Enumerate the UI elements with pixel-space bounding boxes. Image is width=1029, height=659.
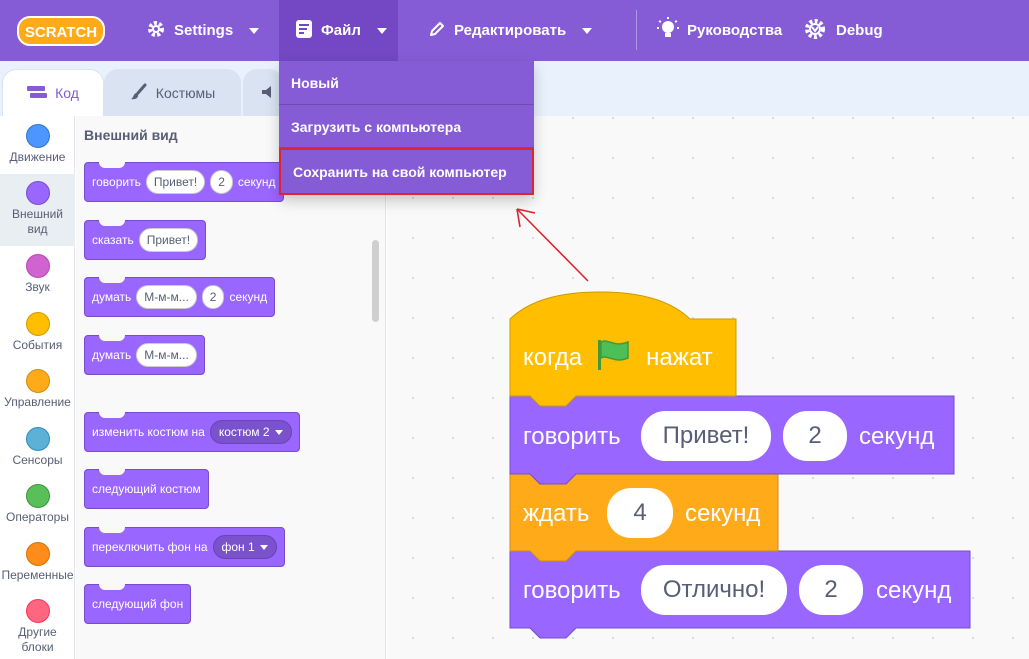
green-flag-icon	[596, 338, 632, 379]
menu-item-load[interactable]: Загрузить с компьютера	[279, 106, 534, 148]
wait-block[interactable]: ждать	[523, 496, 589, 532]
block-label: говорить	[523, 423, 621, 450]
menu-item-new[interactable]: Новый	[279, 61, 534, 105]
block-label: нажат	[646, 344, 713, 371]
say-for-secs-block[interactable]: говорить	[523, 573, 621, 609]
block-label: секунд	[876, 577, 952, 604]
block-input[interactable]: 2	[799, 565, 863, 615]
when-flag-clicked-block[interactable]: когда нажат	[523, 338, 733, 379]
say-for-secs-block[interactable]: говорить	[523, 419, 621, 455]
block-input[interactable]: 4	[607, 488, 673, 538]
block-label: ждать	[523, 500, 590, 527]
block-label: секунд	[685, 500, 761, 527]
annotation-arrow	[516, 208, 589, 282]
block-input[interactable]: 2	[783, 411, 847, 461]
file-dropdown-menu: Новый Загрузить с компьютера Сохранить н…	[279, 61, 534, 195]
block-label: секунд	[859, 423, 935, 450]
block-label: говорить	[523, 577, 621, 604]
menu-item-save[interactable]: Сохранить на свой компьютер	[279, 148, 534, 195]
block-input[interactable]: Отлично!	[641, 565, 787, 615]
block-input[interactable]: Привет!	[641, 411, 771, 461]
block-label: когда	[523, 344, 583, 371]
